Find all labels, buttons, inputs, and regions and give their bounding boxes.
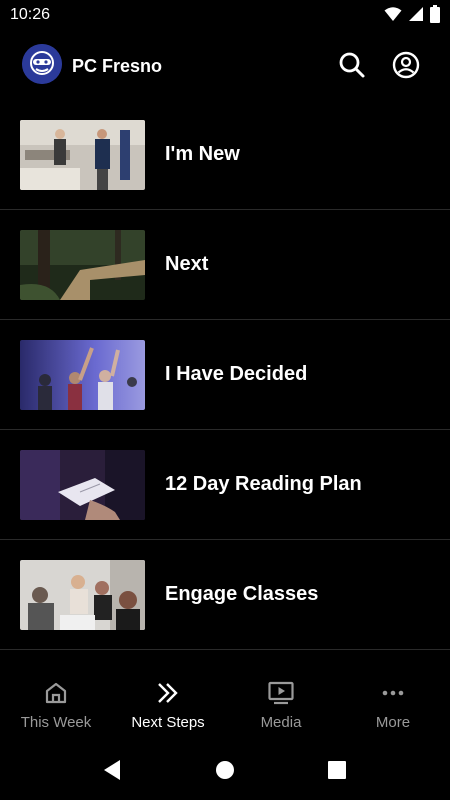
thumbnail-forest-boardwalk [20,230,145,300]
nav-this-week[interactable]: This Week [0,668,112,740]
home-circle-icon [216,761,234,779]
pc-fresno-logo [22,44,62,84]
app-title: PC Fresno [72,56,163,76]
wifi-icon [384,6,402,27]
list-item-engage-classes[interactable]: Engage Classes [0,540,450,650]
double-chevron-icon [158,683,178,703]
status-icons [384,4,440,28]
status-bar: 10:26 [0,0,450,32]
system-home-button[interactable] [213,758,237,782]
thumbnail-worship-crowd [20,340,145,410]
search-button[interactable] [337,50,367,80]
nav-label: This Week [20,714,92,731]
nav-media[interactable]: Media [225,668,337,740]
play-screen-icon [268,681,294,705]
thumbnail-class-audience [20,560,145,630]
bottom-nav: This Week Next Steps Media More [0,668,450,740]
list-item-i-have-decided[interactable]: I Have Decided [0,320,450,430]
nav-label: Media [260,714,302,731]
thumbnail-open-bible [20,450,145,520]
list-item-im-new[interactable]: I'm New [0,100,450,210]
app-bar: PC Fresno [0,32,450,98]
status-time: 10:26 [10,6,51,23]
list-item-next[interactable]: Next [0,210,450,320]
nav-more[interactable]: More [337,668,449,740]
nav-next-steps[interactable]: Next Steps [112,668,224,740]
next-steps-list: I'm New Next I Have Decided 12 Day Readi… [0,100,450,650]
list-item-label: Next [165,253,209,275]
system-nav-bar [0,740,450,800]
home-icon [45,682,67,704]
list-item-label: 12 Day Reading Plan [165,473,362,495]
more-dots-icon [382,690,404,696]
list-item-label: Engage Classes [165,583,319,605]
list-item-12-day-reading-plan[interactable]: 12 Day Reading Plan [0,430,450,540]
system-back-button[interactable] [100,758,124,782]
search-icon [339,52,365,78]
thumbnail-people-in-lobby [20,120,145,190]
nav-label: Next Steps [131,714,205,731]
back-triangle-icon [104,760,120,780]
list-item-label: I'm New [165,143,240,165]
system-recents-button[interactable] [325,758,349,782]
account-button[interactable] [391,50,421,80]
battery-icon [430,4,440,28]
signal-icon [408,6,424,27]
account-icon [392,51,420,79]
nav-label: More [375,714,411,731]
list-item-label: I Have Decided [165,363,308,385]
recents-square-icon [328,761,346,779]
